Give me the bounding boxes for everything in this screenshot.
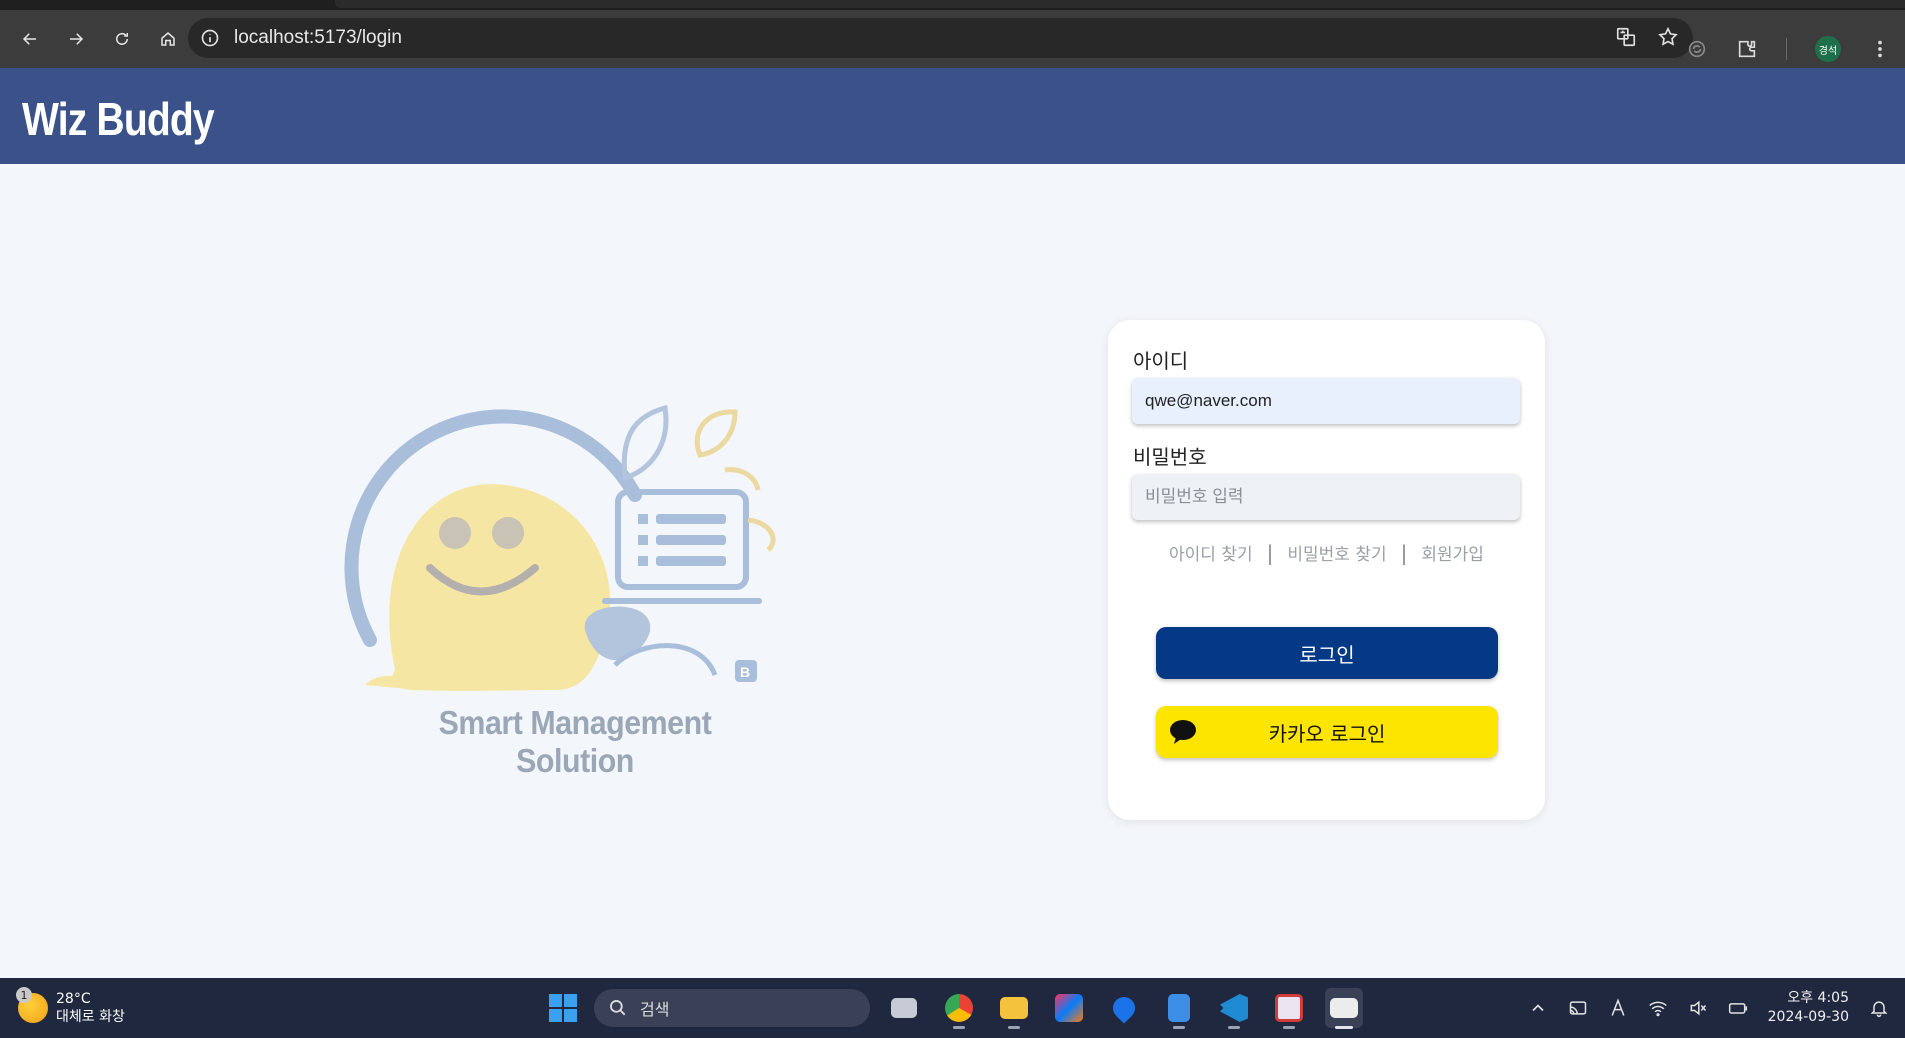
tagline: Smart Management Solution xyxy=(438,704,712,779)
search-icon xyxy=(610,1000,626,1016)
signup-link[interactable]: 회원가입 xyxy=(1421,540,1484,565)
snipping-tool-icon[interactable] xyxy=(1270,988,1308,1029)
volume-muted-icon[interactable] xyxy=(1688,998,1708,1018)
login-button[interactable]: 로그인 xyxy=(1156,627,1498,679)
kakao-login-label: 카카오 로그인 xyxy=(1268,721,1386,746)
clock-time: 오후 4:05 xyxy=(1787,990,1849,1006)
home-button[interactable] xyxy=(152,23,184,55)
kakao-speech-bubble-icon xyxy=(1170,720,1196,744)
weather-desc: 대체로 화창 xyxy=(56,1009,125,1025)
extensions-icon[interactable] xyxy=(1736,38,1758,60)
id-input[interactable] xyxy=(1132,378,1520,424)
terminal-icon[interactable] xyxy=(1325,988,1363,1029)
clock-date: 2024-09-30 xyxy=(1767,1009,1849,1025)
login-card: 아이디 비밀번호 아이디 찾기 | 비밀번호 찾기 | 회원가입 로그인 카카오… xyxy=(1108,320,1545,820)
notification-badge: 1 xyxy=(16,987,32,1003)
site-info-icon[interactable] xyxy=(200,28,220,48)
link-separator: | xyxy=(1266,540,1274,565)
notification-bell-icon[interactable] xyxy=(1869,998,1889,1018)
kakao-login-button[interactable]: 카카오 로그인 xyxy=(1156,706,1498,758)
start-windows-icon[interactable] xyxy=(549,994,577,1022)
find-password-link[interactable]: 비밀번호 찾기 xyxy=(1287,540,1386,565)
auth-links: 아이디 찾기 | 비밀번호 찾기 | 회원가입 xyxy=(1108,540,1545,566)
id-label: 아이디 xyxy=(1133,349,1189,373)
intellij-icon[interactable] xyxy=(1050,988,1088,1028)
maps-pin-icon[interactable] xyxy=(1105,988,1143,1028)
menu-kebab-icon[interactable] xyxy=(1869,38,1891,60)
app-header: Wiz Buddy xyxy=(0,68,1905,164)
password-input[interactable] xyxy=(1132,474,1520,520)
weather-temp: 28°C xyxy=(56,991,91,1007)
bookmark-star-icon[interactable] xyxy=(1657,26,1679,48)
input-method-icon[interactable] xyxy=(1608,998,1628,1018)
back-button[interactable] xyxy=(14,23,46,55)
profile-avatar[interactable]: 경석 xyxy=(1815,36,1841,62)
brand-logo[interactable]: Wiz Buddy xyxy=(22,92,215,146)
password-label: 비밀번호 xyxy=(1133,445,1207,469)
taskbar-search[interactable]: 검색 xyxy=(594,989,870,1027)
browser-toolbar: localhost:5173/login 경석 xyxy=(0,10,1905,68)
notepad-icon[interactable] xyxy=(1160,988,1198,1029)
toolbar-divider xyxy=(1786,38,1787,60)
translate-icon[interactable] xyxy=(1615,26,1637,48)
url-text[interactable]: localhost:5173/login xyxy=(234,27,402,49)
chrome-icon[interactable] xyxy=(940,988,978,1029)
sync-icon[interactable] xyxy=(1686,38,1708,60)
forward-button[interactable] xyxy=(60,23,92,55)
taskbar-clock[interactable]: 오후 4:05 2024-09-30 xyxy=(1768,989,1849,1027)
reload-button[interactable] xyxy=(106,23,138,55)
battery-icon[interactable] xyxy=(1728,998,1748,1018)
vscode-icon[interactable] xyxy=(1215,988,1253,1029)
wifi-icon[interactable] xyxy=(1648,998,1668,1018)
chevron-up-icon[interactable] xyxy=(1528,998,1548,1018)
file-explorer-icon[interactable] xyxy=(995,988,1033,1029)
svg-text:B: B xyxy=(740,664,750,680)
find-id-link[interactable]: 아이디 찾기 xyxy=(1169,540,1253,565)
weather-sun-icon: 1 xyxy=(16,987,48,1023)
taskbar: 1 28°C 대체로 화창 검색 오후 4:05 2024-09-30 xyxy=(0,978,1905,1038)
link-separator: | xyxy=(1400,540,1408,565)
address-bar[interactable]: localhost:5173/login xyxy=(188,18,1693,58)
search-placeholder: 검색 xyxy=(640,1000,670,1019)
cast-icon[interactable] xyxy=(1568,998,1588,1018)
tab-strip[interactable] xyxy=(335,0,1905,8)
browser-tabstrip xyxy=(0,0,1905,10)
weather-widget[interactable]: 1 28°C 대체로 화창 xyxy=(16,987,125,1026)
task-view-icon[interactable] xyxy=(885,988,923,1028)
